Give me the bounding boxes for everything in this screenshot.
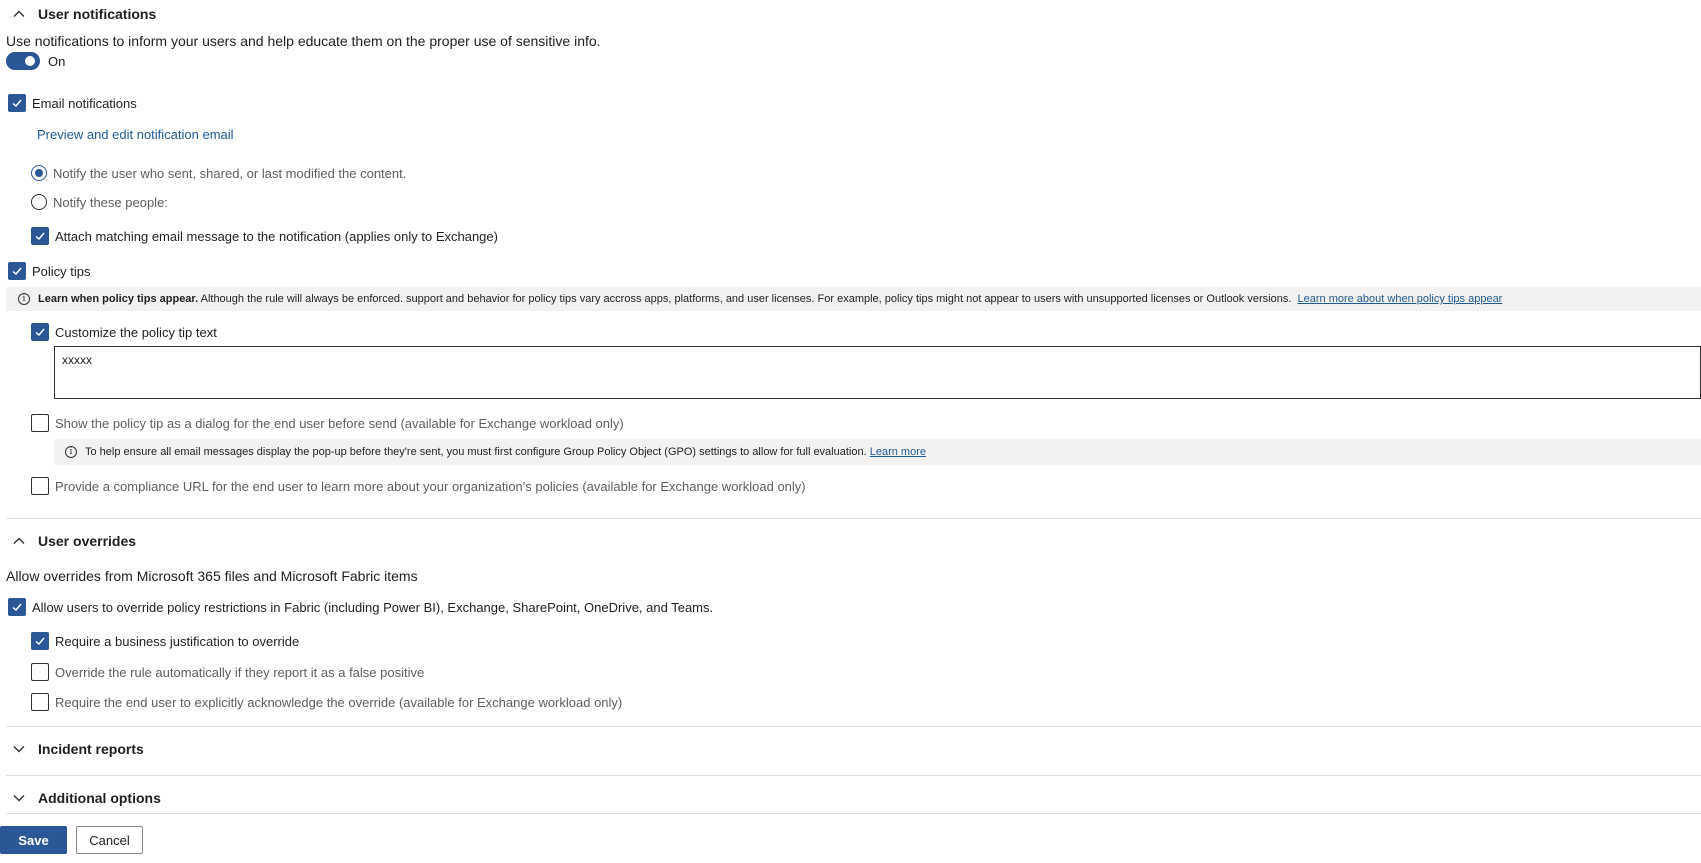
user-overrides-title: User overrides <box>38 533 137 549</box>
compliance-url-label: Provide a compliance URL for the end use… <box>55 478 806 494</box>
radio-notify-people-row[interactable]: Notify these people: <box>31 194 168 210</box>
gpo-info-message: To help ensure all email messages displa… <box>85 446 926 458</box>
notifications-toggle[interactable] <box>6 52 40 70</box>
incident-reports-title: Incident reports <box>38 741 144 757</box>
incident-reports-header[interactable]: Incident reports <box>12 741 144 757</box>
section-divider <box>6 775 1701 776</box>
acknowledge-override-checkbox[interactable] <box>31 693 49 711</box>
radio-notify-sender-row[interactable]: Notify the user who sent, shared, or las… <box>31 165 406 181</box>
policy-tips-info-message: Learn when policy tips appear. Although … <box>38 293 1502 305</box>
user-notifications-header[interactable]: User notifications <box>12 6 156 22</box>
show-dialog-checkbox[interactable] <box>31 414 49 432</box>
chevron-down-icon <box>12 742 26 756</box>
customize-tip-row: Customize the policy tip text <box>31 323 217 341</box>
show-dialog-row: Show the policy tip as a dialog for the … <box>31 414 624 432</box>
checkmark-icon <box>12 603 22 611</box>
section-divider <box>6 518 1701 519</box>
preview-notification-email-link[interactable]: Preview and edit notification email <box>37 127 234 142</box>
gpo-info-text: To help ensure all email messages displa… <box>85 446 867 458</box>
compliance-url-checkbox[interactable] <box>31 477 49 495</box>
business-justification-checkbox[interactable] <box>31 632 49 650</box>
customize-tip-checkbox[interactable] <box>31 323 49 341</box>
section-divider <box>6 726 1701 727</box>
user-notifications-title: User notifications <box>38 6 157 22</box>
business-justification-row: Require a business justification to over… <box>31 632 299 650</box>
policy-tips-label: Policy tips <box>32 263 91 279</box>
false-positive-label: Override the rule automatically if they … <box>55 664 425 680</box>
additional-options-header[interactable]: Additional options <box>12 790 161 806</box>
radio-notify-people-label: Notify these people: <box>53 194 168 210</box>
checkmark-icon <box>35 232 45 240</box>
email-notifications-checkbox[interactable] <box>8 94 26 112</box>
allow-override-checkbox[interactable] <box>8 598 26 616</box>
radio-notify-sender-label: Notify the user who sent, shared, or las… <box>53 165 407 181</box>
attach-email-row: Attach matching email message to the not… <box>31 227 498 245</box>
email-notifications-label: Email notifications <box>32 95 137 111</box>
checkmark-icon <box>12 267 22 275</box>
policy-tips-row: Policy tips <box>8 262 91 280</box>
info-icon: i <box>65 446 77 458</box>
info-icon: i <box>18 293 30 305</box>
chevron-up-icon <box>12 534 26 548</box>
save-button[interactable]: Save <box>0 826 67 854</box>
notifications-toggle-group: On <box>6 52 65 70</box>
policy-tips-checkbox[interactable] <box>8 262 26 280</box>
policy-tip-text-input[interactable]: xxxxx <box>54 346 1701 399</box>
user-overrides-description: Allow overrides from Microsoft 365 files… <box>6 568 418 584</box>
gpo-info-bar: i To help ensure all email messages disp… <box>54 439 1701 465</box>
chevron-up-icon <box>12 7 26 21</box>
acknowledge-override-label: Require the end user to explicitly ackno… <box>55 694 623 710</box>
user-overrides-header[interactable]: User overrides <box>12 533 136 549</box>
policy-tips-info-bar: i Learn when policy tips appear. Althoug… <box>6 287 1701 311</box>
policy-tips-learn-more-link[interactable]: Learn more about when policy tips appear <box>1298 293 1503 305</box>
section-divider <box>6 813 1701 814</box>
gpo-learn-more-link[interactable]: Learn more <box>870 446 926 458</box>
notifications-toggle-label: On <box>48 53 66 69</box>
cancel-button[interactable]: Cancel <box>76 826 143 854</box>
additional-options-title: Additional options <box>38 790 161 806</box>
compliance-url-row: Provide a compliance URL for the end use… <box>31 477 806 495</box>
allow-override-label: Allow users to override policy restricti… <box>32 599 714 615</box>
attach-email-label: Attach matching email message to the not… <box>55 228 498 244</box>
false-positive-row: Override the rule automatically if they … <box>31 663 424 681</box>
email-notifications-row: Email notifications <box>8 94 137 112</box>
user-notifications-description: Use notifications to inform your users a… <box>6 33 601 49</box>
policy-tips-info-text: Although the rule will always be enforce… <box>198 293 1292 305</box>
attach-email-checkbox[interactable] <box>31 227 49 245</box>
checkmark-icon <box>35 328 45 336</box>
checkmark-icon <box>35 637 45 645</box>
radio-notify-sender[interactable] <box>31 165 47 181</box>
false-positive-checkbox[interactable] <box>31 663 49 681</box>
checkmark-icon <box>12 99 22 107</box>
customize-tip-label: Customize the policy tip text <box>55 324 217 340</box>
acknowledge-override-row: Require the end user to explicitly ackno… <box>31 693 622 711</box>
business-justification-label: Require a business justification to over… <box>55 633 300 649</box>
chevron-down-icon <box>12 791 26 805</box>
allow-override-row: Allow users to override policy restricti… <box>8 598 713 616</box>
show-dialog-label: Show the policy tip as a dialog for the … <box>55 415 624 431</box>
radio-notify-people[interactable] <box>31 194 47 210</box>
policy-tips-info-bold: Learn when policy tips appear. <box>38 293 199 305</box>
